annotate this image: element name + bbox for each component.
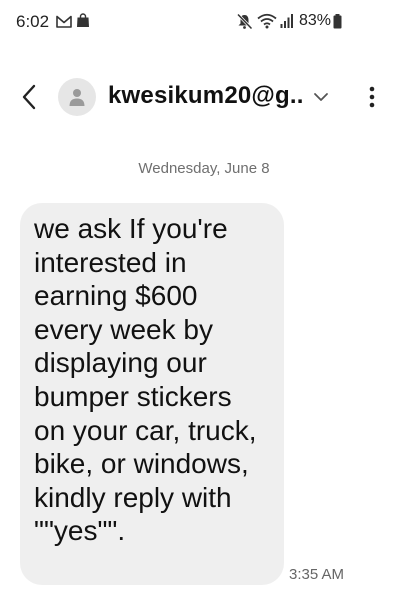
back-arrow-icon: [22, 84, 36, 110]
contact-name[interactable]: kwesikum20@g...: [108, 82, 304, 110]
chevron-down-icon[interactable]: [312, 90, 330, 104]
more-options-button[interactable]: [358, 80, 386, 114]
more-vertical-icon: [369, 86, 375, 108]
status-time: 6:02: [16, 12, 50, 31]
date-separator: Wednesday, June 8: [138, 160, 270, 177]
battery-icon: [333, 14, 342, 29]
message-timestamp: 3:35 AM: [289, 566, 345, 583]
conversation-header: kwesikum20@g...: [0, 70, 408, 124]
message-bubble[interactable]: we ask If you're interested in earning $…: [20, 203, 284, 585]
mail-icon: [56, 15, 72, 28]
mute-icon: [236, 13, 253, 30]
status-bar: 6:02 83%: [0, 0, 408, 44]
shopping-bag-icon: [77, 13, 89, 27]
message-text: we ask If you're interested in earning $…: [34, 213, 257, 547]
battery-percent: 83%: [299, 12, 332, 29]
signal-icon: [280, 14, 293, 28]
wifi-icon: [257, 13, 277, 29]
person-icon: [69, 89, 85, 106]
avatar[interactable]: [58, 78, 96, 116]
back-button[interactable]: [12, 80, 46, 114]
